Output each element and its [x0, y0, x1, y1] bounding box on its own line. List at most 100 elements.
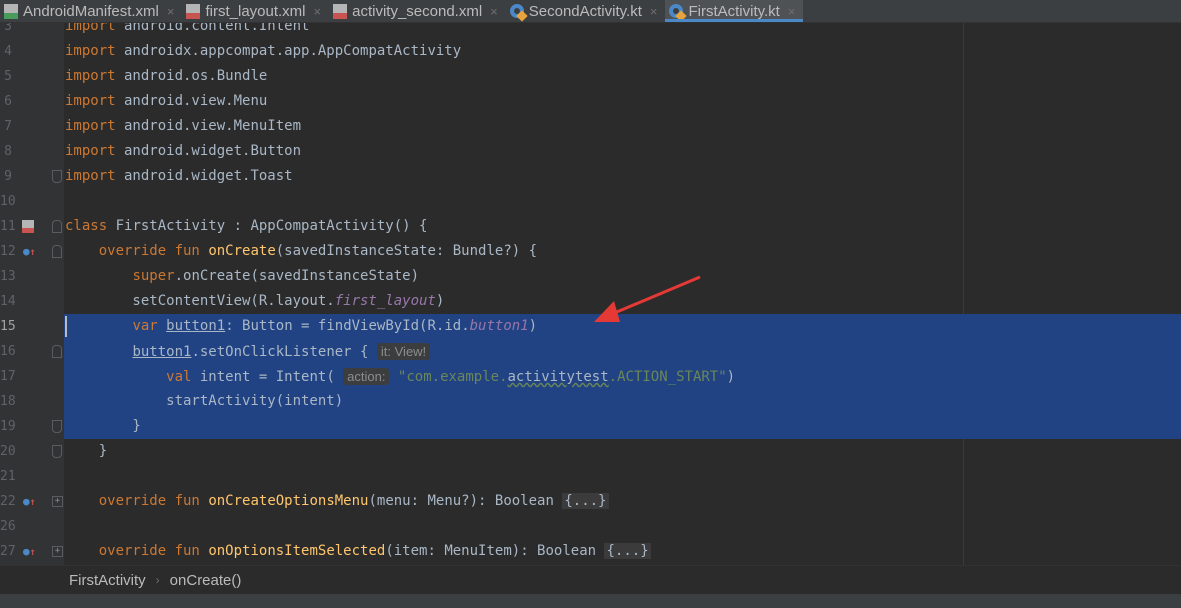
code-token: import — [65, 143, 116, 159]
code-text: startActivity(intent) — [65, 389, 343, 414]
code-line[interactable]: 4 import androidx.appcompat.app.AppCompat… — [0, 39, 1181, 64]
code-token: activitytest — [507, 369, 609, 385]
code-line[interactable]: 8 import android.widget.Button — [0, 139, 1181, 164]
code-line[interactable]: 21 — [0, 464, 1181, 489]
code-line[interactable]: 6 import android.view.Menu — [0, 89, 1181, 114]
line-number: 10 — [0, 194, 16, 209]
code-token: button1 — [132, 344, 192, 360]
code-line[interactable]: 9 import android.widget.Toast — [0, 164, 1181, 189]
code-text: import android.widget.Toast — [65, 164, 293, 189]
line-number: 5 — [4, 69, 12, 84]
line-number: 6 — [4, 94, 12, 109]
folded-code-placeholder[interactable]: {...} — [604, 543, 651, 559]
tab-label: first_layout.xml — [205, 2, 306, 20]
line-number: 27 — [0, 544, 16, 559]
code-token: android.view.Menu — [115, 93, 268, 109]
tab-label: AndroidManifest.xml — [23, 2, 159, 20]
close-icon[interactable]: × — [314, 4, 322, 19]
code-token: import — [65, 118, 116, 134]
code-text: override fun onCreateOptionsMenu(menu: M… — [65, 489, 609, 514]
code-line[interactable]: 27 ●↑ + override fun onOptionsItemSelected… — [0, 539, 1181, 564]
override-icon[interactable]: ●↑ — [23, 539, 36, 565]
line-number: 11 — [0, 219, 16, 234]
tab-androidmanifest-xml[interactable]: AndroidManifest.xml × — [0, 0, 182, 22]
breadcrumb-item-class[interactable]: FirstActivity — [65, 572, 150, 589]
code-token: android.view.MenuItem — [115, 118, 302, 134]
code-token: } — [65, 443, 108, 459]
code-line[interactable]: 11 class FirstActivity : AppCompatActivit… — [0, 214, 1181, 239]
tab-label: FirstActivity.kt — [688, 2, 780, 20]
code-line[interactable]: 15 var button1: Button = findViewById(R.… — [0, 314, 1181, 339]
fold-marker-icon[interactable] — [52, 445, 62, 458]
code-line[interactable]: 5 import android.os.Bundle — [0, 64, 1181, 89]
code-line[interactable]: 16 button1.setOnClickListener { it: View… — [0, 339, 1181, 364]
status-bar — [0, 594, 1181, 608]
code-token: startActivity(intent) — [65, 393, 344, 409]
code-token: "com.example. — [397, 369, 508, 385]
code-line[interactable]: 20 } — [0, 439, 1181, 464]
fold-marker-icon[interactable] — [52, 170, 62, 183]
close-icon[interactable]: × — [788, 4, 796, 19]
tab-label: SecondActivity.kt — [528, 2, 642, 20]
code-line[interactable]: 17 val intent = Intent( action: "com.exa… — [0, 364, 1181, 389]
code-token: onOptionsItemSelected — [208, 543, 386, 559]
override-icon[interactable]: ●↑ — [23, 239, 36, 265]
fold-marker-icon[interactable] — [52, 220, 62, 233]
fold-marker-icon[interactable] — [52, 245, 62, 258]
line-number: 20 — [0, 444, 16, 459]
code-token: } — [65, 418, 141, 434]
code-text: button1.setOnClickListener { it: View! — [65, 339, 431, 365]
code-line[interactable]: 10 — [0, 189, 1181, 214]
breadcrumb-separator: › — [155, 573, 160, 587]
breadcrumb-item-method[interactable]: onCreate() — [166, 572, 246, 589]
expand-fold-icon[interactable]: + — [52, 496, 63, 507]
code-token: override fun — [98, 243, 200, 259]
fold-marker-icon[interactable] — [52, 345, 62, 358]
folded-code-placeholder[interactable]: {...} — [562, 493, 609, 509]
code-text: val intent = Intent( action: "com.exampl… — [65, 364, 735, 390]
code-line[interactable]: 19 } — [0, 414, 1181, 439]
breadcrumb: FirstActivity › onCreate() — [0, 565, 1181, 594]
code-token: button1 — [469, 318, 529, 334]
android-layout-icon[interactable] — [22, 220, 34, 233]
code-token: override fun — [98, 543, 200, 559]
code-line[interactable]: 18 startActivity(intent) — [0, 389, 1181, 414]
close-icon[interactable]: × — [490, 4, 498, 19]
code-token: val — [166, 369, 192, 385]
code-token: androidx.appcompat.app.AppCompatActivity — [115, 43, 462, 59]
close-icon[interactable]: × — [650, 4, 658, 19]
code-token: onCreate — [208, 243, 276, 259]
code-line[interactable]: 22 ●↑ + override fun onCreateOptionsMenu(m… — [0, 489, 1181, 514]
code-line[interactable]: 14 setContentView(R.layout.first_layout) — [0, 289, 1181, 314]
code-token: android.widget.Toast — [115, 168, 293, 184]
expand-fold-icon[interactable]: + — [52, 546, 63, 557]
tab-first-layout-xml[interactable]: first_layout.xml × — [182, 0, 329, 22]
code-line[interactable]: 12 ●↑ override fun onCreate(savedInstance… — [0, 239, 1181, 264]
code-text: override fun onOptionsItemSelected(item:… — [65, 539, 651, 564]
code-token: (item: MenuItem): Boolean — [385, 543, 605, 559]
code-token: android.os.Bundle — [115, 68, 268, 84]
fold-marker-icon[interactable] — [52, 420, 62, 433]
code-line[interactable]: 26 — [0, 514, 1181, 539]
line-number: 22 — [0, 494, 16, 509]
code-line[interactable]: 3 import android.content.Intent — [0, 23, 1181, 39]
parameter-hint: action: — [343, 368, 390, 385]
code-token: .setOnClickListener { — [191, 344, 377, 360]
code-line[interactable]: 13 super.onCreate(savedInstanceState) — [0, 264, 1181, 289]
code-token: onCreateOptionsMenu — [208, 493, 369, 509]
tab-activity-second-xml[interactable]: activity_second.xml × — [329, 0, 506, 22]
code-text: } — [65, 414, 141, 439]
editor-tab-bar: AndroidManifest.xml × first_layout.xml × act… — [0, 0, 1181, 23]
code-editor[interactable]: 3 import android.content.Intent 4 import an… — [0, 23, 1181, 565]
code-line[interactable]: 7 import android.view.MenuItem — [0, 114, 1181, 139]
close-icon[interactable]: × — [167, 4, 175, 19]
override-icon[interactable]: ●↑ — [23, 489, 36, 515]
tab-secondactivity-kt[interactable]: SecondActivity.kt × — [506, 0, 666, 22]
line-number: 7 — [4, 119, 12, 134]
line-number: 9 — [4, 169, 12, 184]
tab-firstactivity-kt[interactable]: FirstActivity.kt × — [665, 0, 804, 22]
